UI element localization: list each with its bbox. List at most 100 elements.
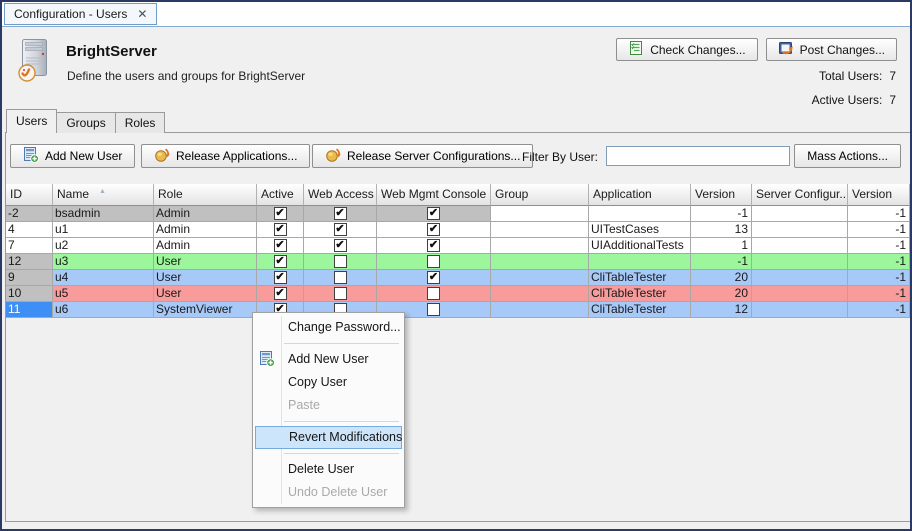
cell-server_config[interactable] (752, 270, 848, 286)
cell-group[interactable] (491, 286, 589, 302)
tab-roles[interactable]: Roles (115, 112, 166, 133)
cell-web_access[interactable]: ✔ (304, 206, 377, 222)
cell-name[interactable]: u6 (53, 302, 154, 318)
table-row-user-u4[interactable]: 9u4User✔✔CliTableTester20-1 (6, 270, 910, 286)
column-header-name[interactable]: Name▲ (53, 184, 154, 206)
checkbox-checked[interactable]: ✔ (274, 207, 287, 220)
cell-web_access[interactable] (304, 286, 377, 302)
checkbox-unchecked[interactable] (427, 303, 440, 316)
cell-id[interactable]: -2 (6, 206, 53, 222)
checkbox-checked[interactable]: ✔ (274, 223, 287, 236)
mass-actions-button[interactable]: Mass Actions... (794, 144, 901, 168)
column-header-web-mgmt-console[interactable]: Web Mgmt Console (377, 184, 491, 206)
cell-web_mgmt[interactable]: ✔ (377, 238, 491, 254)
menu-item-add-new-user[interactable]: Add New User (253, 348, 404, 371)
cell-name[interactable]: u2 (53, 238, 154, 254)
cell-name[interactable]: u3 (53, 254, 154, 270)
cell-version[interactable]: -1 (691, 206, 752, 222)
checkbox-unchecked[interactable] (427, 287, 440, 300)
cell-name[interactable]: u1 (53, 222, 154, 238)
cell-server_version[interactable]: -1 (848, 238, 910, 254)
cell-version[interactable]: 1 (691, 238, 752, 254)
checkbox-checked[interactable]: ✔ (274, 255, 287, 268)
cell-id[interactable]: 7 (6, 238, 53, 254)
document-tab-configuration-users[interactable]: Configuration - Users ✕ (4, 3, 157, 25)
cell-web_mgmt[interactable]: ✔ (377, 270, 491, 286)
checkbox-checked[interactable]: ✔ (334, 239, 347, 252)
cell-group[interactable] (491, 302, 589, 318)
add-new-user-button[interactable]: Add New User (10, 144, 135, 168)
cell-application[interactable] (589, 254, 691, 270)
cell-group[interactable] (491, 222, 589, 238)
cell-server_config[interactable] (752, 238, 848, 254)
cell-version[interactable]: -1 (691, 254, 752, 270)
cell-server_config[interactable] (752, 222, 848, 238)
column-header-server-configur-[interactable]: Server Configur... (752, 184, 848, 206)
cell-web_mgmt[interactable] (377, 254, 491, 270)
column-header-web-access[interactable]: Web Access (304, 184, 377, 206)
column-header-role[interactable]: Role (154, 184, 257, 206)
cell-active[interactable]: ✔ (257, 270, 304, 286)
column-header-application[interactable]: Application (589, 184, 691, 206)
table-row-user-u5[interactable]: 10u5User✔CliTableTester20-1 (6, 286, 910, 302)
cell-application[interactable]: CliTableTester (589, 302, 691, 318)
table-row-user-u6[interactable]: 11u6SystemViewer✔CliTableTester12-1 (6, 302, 910, 318)
cell-group[interactable] (491, 206, 589, 222)
cell-role[interactable]: User (154, 270, 257, 286)
cell-server_version[interactable]: -1 (848, 286, 910, 302)
post-changes-button[interactable]: Post Changes... (766, 38, 897, 61)
cell-active[interactable]: ✔ (257, 238, 304, 254)
checkbox-checked[interactable]: ✔ (334, 223, 347, 236)
cell-active[interactable]: ✔ (257, 222, 304, 238)
cell-server_version[interactable]: -1 (848, 206, 910, 222)
filter-by-user-input[interactable] (606, 146, 790, 166)
cell-web_access[interactable]: ✔ (304, 222, 377, 238)
cell-active[interactable]: ✔ (257, 254, 304, 270)
cell-web_mgmt[interactable] (377, 286, 491, 302)
cell-web_access[interactable]: ✔ (304, 238, 377, 254)
cell-role[interactable]: Admin (154, 222, 257, 238)
checkbox-unchecked[interactable] (334, 255, 347, 268)
tab-users[interactable]: Users (6, 109, 57, 133)
cell-web_mgmt[interactable]: ✔ (377, 222, 491, 238)
cell-role[interactable]: User (154, 254, 257, 270)
table-row-user-u3[interactable]: 12u3User✔-1-1 (6, 254, 910, 270)
cell-group[interactable] (491, 238, 589, 254)
cell-id[interactable]: 4 (6, 222, 53, 238)
tab-groups[interactable]: Groups (56, 112, 115, 133)
menu-item-revert-modifications[interactable]: Revert Modifications (255, 426, 402, 449)
checkbox-checked[interactable]: ✔ (274, 287, 287, 300)
cell-server_config[interactable] (752, 206, 848, 222)
table-row-user-bsadmin[interactable]: -2bsadminAdmin ✔ ✔ ✔ -1 -1 (6, 206, 910, 222)
cell-web_access[interactable] (304, 270, 377, 286)
cell-id[interactable]: 11 (6, 302, 53, 318)
checkbox-checked[interactable]: ✔ (427, 223, 440, 236)
cell-version[interactable]: 20 (691, 286, 752, 302)
cell-active[interactable]: ✔ (257, 286, 304, 302)
checkbox-checked[interactable]: ✔ (274, 239, 287, 252)
release-applications-button[interactable]: Release Applications... (141, 144, 310, 168)
cell-web_mgmt[interactable]: ✔ (377, 206, 491, 222)
column-header-group[interactable]: Group (491, 184, 589, 206)
cell-server_version[interactable]: -1 (848, 222, 910, 238)
cell-id[interactable]: 9 (6, 270, 53, 286)
checkbox-unchecked[interactable] (427, 255, 440, 268)
cell-name[interactable]: u5 (53, 286, 154, 302)
cell-server_config[interactable] (752, 254, 848, 270)
cell-application[interactable]: CliTableTester (589, 270, 691, 286)
checkbox-checked[interactable]: ✔ (334, 207, 347, 220)
cell-role[interactable]: Admin (154, 238, 257, 254)
cell-application[interactable]: UIAdditionalTests (589, 238, 691, 254)
cell-group[interactable] (491, 270, 589, 286)
release-server-configurations-button[interactable]: Release Server Configurations... (312, 144, 533, 168)
menu-item-delete-user[interactable]: Delete User (253, 458, 404, 481)
cell-name[interactable]: bsadmin (53, 206, 154, 222)
column-header-id[interactable]: ID (6, 184, 53, 206)
cell-server_version[interactable]: -1 (848, 270, 910, 286)
table-row-user-u1[interactable]: 4u1Admin✔✔✔UITestCases13-1 (6, 222, 910, 238)
cell-role[interactable]: Admin (154, 206, 257, 222)
cell-server_version[interactable]: -1 (848, 302, 910, 318)
cell-web_access[interactable] (304, 254, 377, 270)
column-header-active[interactable]: Active (257, 184, 304, 206)
cell-application[interactable]: UITestCases (589, 222, 691, 238)
